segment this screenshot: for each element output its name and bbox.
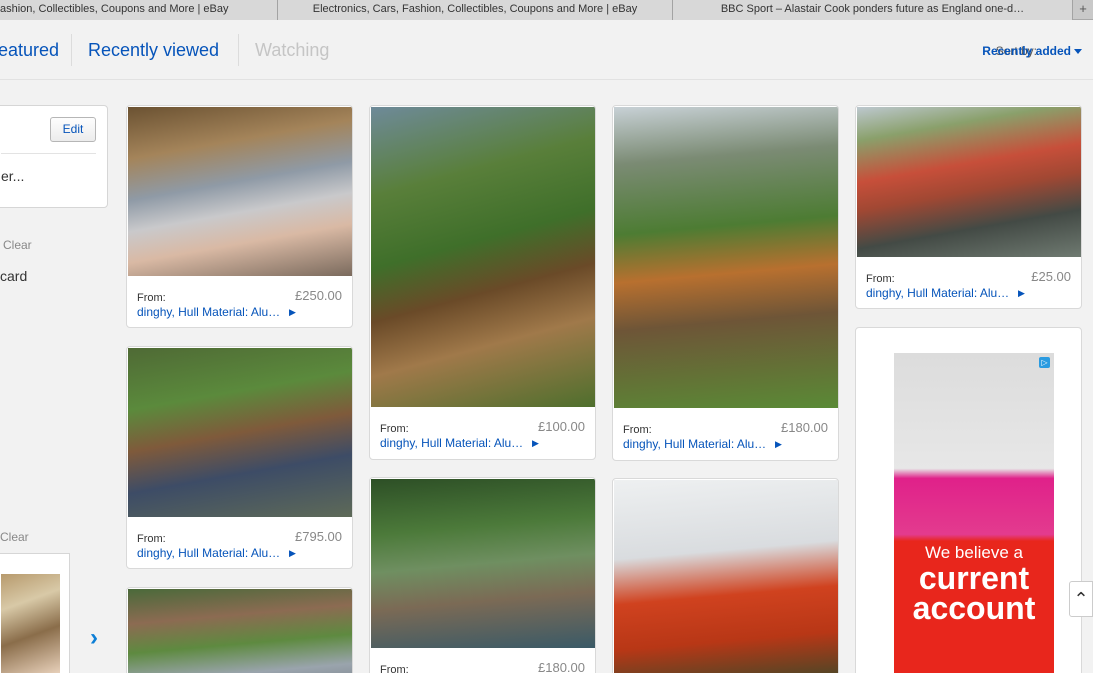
ad-headline-large: account	[912, 590, 1036, 626]
item-image[interactable]	[128, 589, 352, 673]
item-price: £100.00	[538, 419, 585, 434]
item-image[interactable]	[614, 480, 838, 673]
browser-tab-3[interactable]: BBC Sport – Alastair Cook ponders future…	[673, 0, 1073, 20]
caret-right-icon[interactable]: ▶	[775, 439, 782, 450]
item-card[interactable]	[126, 587, 353, 673]
chevron-up-icon: ⌃	[1073, 589, 1089, 609]
divider	[1, 153, 96, 154]
advertisement-banner[interactable]: ▷ We believe a current account	[894, 353, 1054, 673]
item-image[interactable]	[128, 348, 352, 517]
item-image[interactable]	[128, 107, 352, 276]
recent-thumbnail-card[interactable]	[0, 553, 70, 673]
caret-right-icon[interactable]: ▶	[1018, 288, 1025, 299]
ad-headline-large: current	[918, 560, 1030, 596]
item-title-link[interactable]: dinghy, Hull Material: Alu…	[137, 305, 280, 319]
item-price: £25.00	[1031, 269, 1071, 284]
browser-tab-2[interactable]: Electronics, Cars, Fashion, Collectibles…	[278, 0, 673, 20]
browser-tab-1[interactable]: ashion, Collectibles, Coupons and More |…	[0, 0, 278, 20]
sidebar-card-text[interactable]: card	[0, 268, 27, 284]
sort-dropdown[interactable]: Recently added	[982, 44, 1071, 58]
item-image[interactable]	[857, 107, 1081, 257]
item-from-label: From:	[866, 273, 895, 285]
item-image[interactable]	[371, 107, 595, 407]
item-thumbnail-image[interactable]	[1, 574, 60, 673]
item-card[interactable]: From: £795.00 dinghy, Hull Material: Alu…	[126, 346, 353, 569]
item-title-link[interactable]: dinghy, Hull Material: Alu…	[380, 436, 523, 450]
item-from-label: From:	[380, 664, 409, 673]
edit-button[interactable]: Edit	[50, 117, 96, 142]
item-from-label: From:	[623, 424, 652, 436]
item-price: £180.00	[781, 420, 828, 435]
item-card[interactable]: From: £180.00 dinghy, Hull Material: Alu…	[612, 105, 839, 461]
feed-header: eatured Recently viewed Watching Sort by…	[0, 20, 1093, 80]
item-title-link[interactable]: dinghy, Hull Material: Alu…	[137, 546, 280, 560]
item-price: £795.00	[295, 529, 342, 544]
back-to-top-button[interactable]: ⌃	[1069, 581, 1093, 617]
sidebar-filter-card: Edit er...	[0, 105, 108, 208]
tab-divider	[71, 34, 72, 66]
caret-right-icon[interactable]: ▶	[532, 438, 539, 449]
new-tab-button[interactable]: +	[1073, 0, 1093, 19]
clear-link[interactable]: Clear	[3, 238, 32, 252]
tab-featured[interactable]: eatured	[0, 40, 59, 61]
chevron-down-icon[interactable]	[1074, 49, 1082, 54]
item-card[interactable]	[612, 478, 839, 673]
caret-right-icon[interactable]: ▶	[289, 307, 296, 318]
advertisement-card: ▷ We believe a current account	[855, 327, 1082, 673]
item-image[interactable]	[371, 479, 595, 648]
item-card[interactable]: From: £100.00 dinghy, Hull Material: Alu…	[369, 105, 596, 460]
item-title-link[interactable]: dinghy, Hull Material: Alu…	[623, 437, 766, 451]
item-card[interactable]: From: £25.00 dinghy, Hull Material: Alu……	[855, 105, 1082, 309]
chevron-right-icon[interactable]: ›	[90, 624, 98, 652]
item-image[interactable]	[614, 107, 838, 408]
item-title-link[interactable]: dinghy, Hull Material: Alu…	[866, 286, 1009, 300]
item-price: £250.00	[295, 288, 342, 303]
item-card[interactable]: From: £180.00	[369, 477, 596, 673]
tab-watching[interactable]: Watching	[255, 40, 329, 61]
item-from-label: From:	[380, 423, 409, 435]
caret-right-icon[interactable]: ▶	[289, 548, 296, 559]
adchoices-icon[interactable]: ▷	[1039, 357, 1050, 368]
tab-recently-viewed[interactable]: Recently viewed	[88, 40, 219, 61]
clear-link[interactable]: Clear	[0, 530, 29, 544]
browser-tab-bar: ashion, Collectibles, Coupons and More |…	[0, 0, 1093, 20]
item-card[interactable]: From: £250.00 dinghy, Hull Material: Alu…	[126, 105, 353, 328]
sidebar-filter-text[interactable]: er...	[1, 168, 24, 184]
item-from-label: From:	[137, 533, 166, 545]
tab-divider	[238, 34, 239, 66]
item-from-label: From:	[137, 292, 166, 304]
item-price: £180.00	[538, 660, 585, 673]
